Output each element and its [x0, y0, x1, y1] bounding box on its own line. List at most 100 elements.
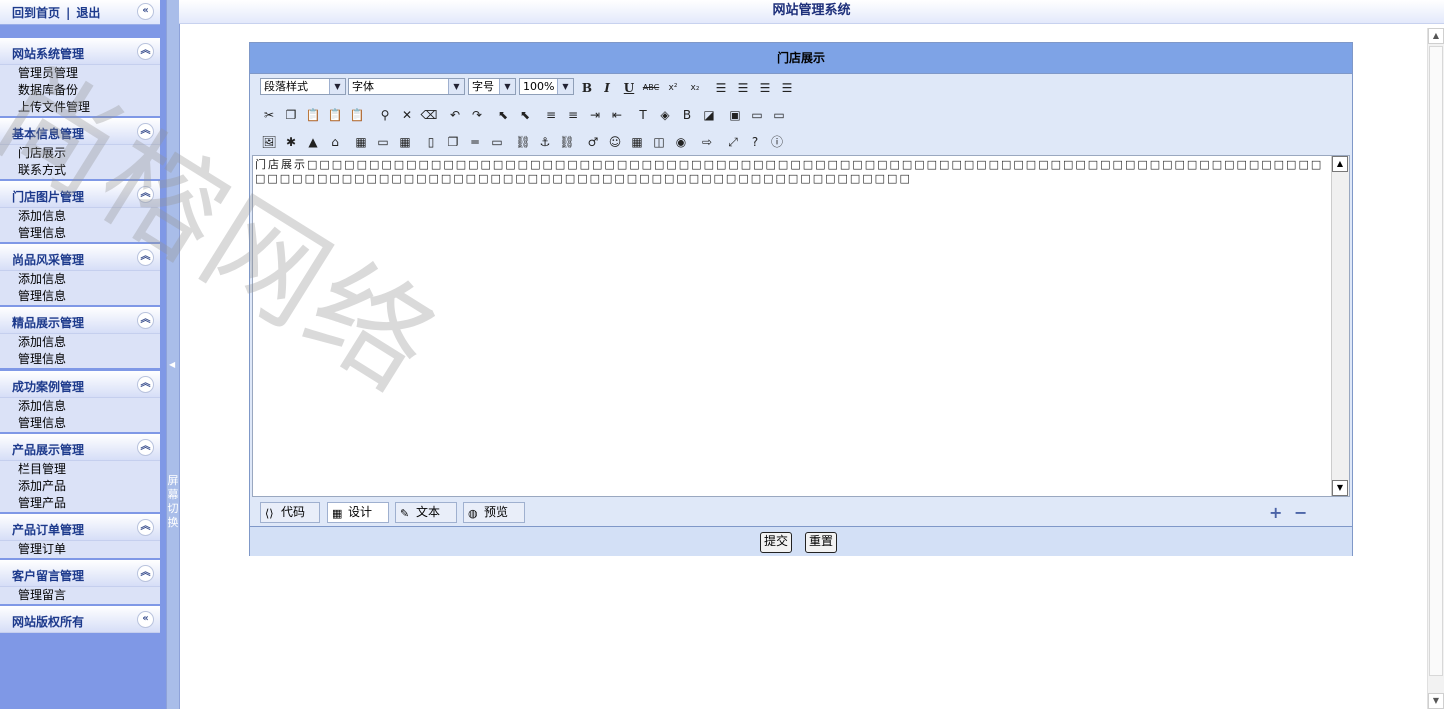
- underline-icon[interactable]: U: [620, 79, 638, 97]
- group-header[interactable]: 网站系统管理 ︽: [0, 38, 160, 65]
- delete-icon[interactable]: ✕: [398, 106, 416, 124]
- zoom-select[interactable]: 100% ▼: [519, 78, 574, 95]
- italic-icon[interactable]: I: [598, 79, 616, 97]
- group-header[interactable]: 网站版权所有 «: [0, 606, 160, 633]
- unordered-list-icon[interactable]: ≡: [564, 106, 582, 124]
- sidebar-splitter[interactable]: ◀ 屏幕切换: [166, 0, 180, 709]
- content-editor[interactable]: 门店展示□□□□□□□□□□□□□□□□□□□□□□□□□□□□□□□□□□□□…: [252, 155, 1350, 497]
- font-size-select[interactable]: 字号 ▼: [468, 78, 516, 95]
- insert-symbol-icon[interactable]: ♂: [584, 133, 602, 151]
- paste-icon[interactable]: 📋: [304, 106, 322, 124]
- remove-link-icon[interactable]: ⛓: [558, 133, 576, 151]
- paragraph-style-select[interactable]: 段落样式 ▼: [260, 78, 346, 95]
- scroll-up-icon[interactable]: ▲: [1428, 28, 1444, 44]
- insert-link-icon[interactable]: ⛓: [514, 133, 532, 151]
- font-color-icon[interactable]: T: [634, 106, 652, 124]
- insert-flash-icon[interactable]: ✱: [282, 133, 300, 151]
- eraser-icon[interactable]: ⌫: [420, 106, 438, 124]
- insert-template-icon[interactable]: ◫: [650, 133, 668, 151]
- cut-icon[interactable]: ✂: [260, 106, 278, 124]
- help-icon[interactable]: ?: [746, 133, 764, 151]
- highlight-color-icon[interactable]: ◈: [656, 106, 674, 124]
- align-right-icon[interactable]: ☰: [756, 79, 774, 97]
- home-link[interactable]: 回到首页: [12, 6, 60, 20]
- sidebar-item[interactable]: 管理订单: [0, 541, 160, 558]
- collapse-all-icon[interactable]: «: [137, 3, 154, 20]
- group-header[interactable]: 成功案例管理 ︽: [0, 371, 160, 398]
- scroll-thumb[interactable]: [1429, 46, 1443, 676]
- sidebar-item[interactable]: 上传文件管理: [0, 99, 160, 116]
- insert-special-char-icon[interactable]: ▯: [422, 133, 440, 151]
- subscript-icon[interactable]: x₂: [686, 79, 704, 97]
- align-center-icon[interactable]: ☰: [734, 79, 752, 97]
- group-header[interactable]: 产品展示管理 ︽: [0, 434, 160, 461]
- sidebar-item[interactable]: 管理信息: [0, 415, 160, 432]
- sidebar-item[interactable]: 添加信息: [0, 271, 160, 288]
- undo-icon[interactable]: ↶: [446, 106, 464, 124]
- tab-design[interactable]: ▦ 设计: [327, 502, 389, 523]
- chevron-up-icon[interactable]: ︽: [137, 186, 154, 203]
- editor-scrollbar[interactable]: ▲ ▼: [1331, 156, 1349, 496]
- chevron-up-icon[interactable]: ︽: [137, 43, 154, 60]
- screen-toggle-label[interactable]: 屏幕切换: [167, 474, 179, 530]
- find-icon[interactable]: ⚲: [376, 106, 394, 124]
- sidebar-item[interactable]: 添加产品: [0, 478, 160, 495]
- select-pointer-icon[interactable]: ⬉: [494, 106, 512, 124]
- insert-hr-icon[interactable]: ═: [466, 133, 484, 151]
- layer-icon[interactable]: ▭: [770, 106, 788, 124]
- outdent-icon[interactable]: ⇤: [608, 106, 626, 124]
- chevron-up-icon[interactable]: ︽: [137, 312, 154, 329]
- sidebar-item[interactable]: 管理信息: [0, 288, 160, 305]
- fullscreen-icon[interactable]: ⤢: [724, 133, 742, 151]
- copy-icon[interactable]: ❐: [282, 106, 300, 124]
- text-box-icon[interactable]: ▭: [748, 106, 766, 124]
- paste-word-icon[interactable]: 📋: [348, 106, 366, 124]
- group-header[interactable]: 产品订单管理 ︽: [0, 514, 160, 541]
- sidebar-item[interactable]: 管理产品: [0, 495, 160, 512]
- background-color-icon[interactable]: B: [678, 106, 696, 124]
- import-file-icon[interactable]: ⇨: [698, 133, 716, 151]
- absolute-position-icon[interactable]: ⬉: [516, 106, 534, 124]
- sidebar-item[interactable]: 添加信息: [0, 334, 160, 351]
- sidebar-item[interactable]: 管理信息: [0, 351, 160, 368]
- editor-content[interactable]: 门店展示□□□□□□□□□□□□□□□□□□□□□□□□□□□□□□□□□□□□…: [255, 158, 1329, 186]
- submit-button[interactable]: 提交: [760, 532, 793, 553]
- tab-preview[interactable]: ◍ 预览: [463, 502, 525, 523]
- insert-gallery-icon[interactable]: ▦: [628, 133, 646, 151]
- superscript-icon[interactable]: x²: [664, 79, 682, 97]
- insert-marquee-icon[interactable]: ▭: [488, 133, 506, 151]
- page-scrollbar[interactable]: ▲ ▼: [1427, 28, 1444, 709]
- sidebar-item[interactable]: 添加信息: [0, 398, 160, 415]
- chevron-up-icon[interactable]: ︽: [137, 439, 154, 456]
- frame-icon[interactable]: ▣: [726, 106, 744, 124]
- sidebar-item[interactable]: 联系方式: [0, 162, 160, 179]
- align-left-icon[interactable]: ☰: [712, 79, 730, 97]
- insert-form-icon[interactable]: ▭: [374, 133, 392, 151]
- info-icon[interactable]: ⓘ: [768, 133, 786, 151]
- shrink-editor-icon[interactable]: −: [1294, 503, 1307, 522]
- sidebar-item[interactable]: 管理信息: [0, 225, 160, 242]
- tab-code[interactable]: ⟨⟩ 代码: [260, 502, 320, 523]
- ordered-list-icon[interactable]: ≡: [542, 106, 560, 124]
- sidebar-item[interactable]: 数据库备份: [0, 82, 160, 99]
- insert-emoticon-icon[interactable]: ☺: [606, 133, 624, 151]
- group-header[interactable]: 门店图片管理 ︽: [0, 181, 160, 208]
- insert-field-icon[interactable]: ▦: [396, 133, 414, 151]
- tab-text[interactable]: ✎ 文本: [395, 502, 457, 523]
- chevron-up-icon[interactable]: ︽: [137, 249, 154, 266]
- chevron-up-icon[interactable]: ︽: [137, 519, 154, 536]
- font-select[interactable]: 字体 ▼: [348, 78, 465, 95]
- justify-icon[interactable]: ☰: [778, 79, 796, 97]
- sidebar-item[interactable]: 管理留言: [0, 587, 160, 604]
- scroll-down-icon[interactable]: ▼: [1332, 480, 1348, 496]
- paste-text-icon[interactable]: 📋: [326, 106, 344, 124]
- collapse-sidebar-icon[interactable]: ◀: [169, 360, 175, 369]
- group-header[interactable]: 客户留言管理 ︽: [0, 560, 160, 587]
- chevron-up-icon[interactable]: ︽: [137, 376, 154, 393]
- scroll-down-icon[interactable]: ▼: [1428, 693, 1444, 709]
- redo-icon[interactable]: ↷: [468, 106, 486, 124]
- scroll-up-icon[interactable]: ▲: [1332, 156, 1348, 172]
- insert-table-icon[interactable]: ▦: [352, 133, 370, 151]
- insert-object-icon[interactable]: ◉: [672, 133, 690, 151]
- group-header[interactable]: 精品展示管理 ︽: [0, 307, 160, 334]
